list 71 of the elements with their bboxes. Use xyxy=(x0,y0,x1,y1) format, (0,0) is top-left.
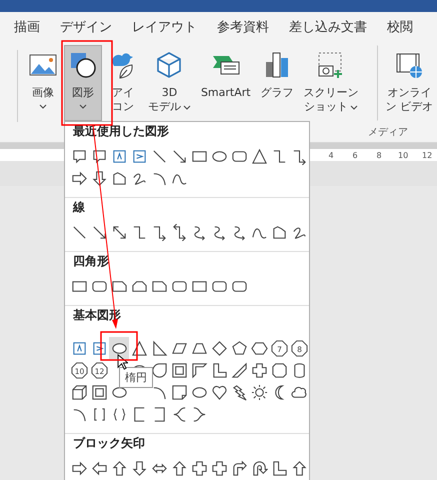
ruler-number: 8 xyxy=(375,150,383,160)
right-arrow-icon xyxy=(70,170,88,186)
highlight-frame xyxy=(100,331,138,361)
lightning-icon xyxy=(230,384,248,400)
ribbon-button[interactable]: 3D モデル xyxy=(144,45,195,121)
sun-icon xyxy=(250,384,268,400)
ribbon-tab[interactable]: 描画 xyxy=(6,18,48,36)
plaque-icon xyxy=(270,362,288,378)
ribbon-button[interactable]: 画像 xyxy=(24,45,62,121)
speech-bubble-icon xyxy=(70,148,88,164)
triangle-icon xyxy=(250,148,268,164)
ribbon-tab[interactable]: デザイン xyxy=(52,18,120,36)
frame-icon xyxy=(170,362,188,378)
half-frame-icon xyxy=(190,362,208,378)
ruler-number: 6 xyxy=(351,150,359,160)
text-box-icon xyxy=(130,148,148,164)
hexagon-icon xyxy=(250,340,268,356)
text-box-icon xyxy=(90,340,108,356)
diagonal-stripe-icon xyxy=(230,362,248,378)
ribbon-tab[interactable]: 差し込み文書 xyxy=(281,18,375,36)
line-icon xyxy=(150,148,168,164)
up-arrow-icon xyxy=(110,460,128,476)
section-heading: 四角形 xyxy=(72,254,110,270)
diamond-icon xyxy=(210,340,228,356)
l-shape-icon xyxy=(210,362,228,378)
arrow-line-icon xyxy=(90,224,108,240)
triangle-icon xyxy=(130,340,148,356)
freeform-icon xyxy=(110,170,128,186)
cross-icon xyxy=(210,460,228,476)
ribbon-tab[interactable]: 参考資料 xyxy=(209,18,277,36)
cross-icon xyxy=(190,460,208,476)
cube-icon xyxy=(70,384,88,400)
ribbon-button[interactable]: SmartArt xyxy=(196,45,255,121)
l-shape-icon xyxy=(270,460,288,476)
arrow-line-icon xyxy=(170,148,188,164)
ribbon-tab[interactable]: 校閲 xyxy=(379,18,421,36)
ribbon-button[interactable]: 図形 xyxy=(64,45,102,121)
text-box-icon xyxy=(110,148,128,164)
section-heading: ブロック矢印 xyxy=(72,436,146,452)
heart-icon xyxy=(210,384,228,400)
line-icon xyxy=(70,224,88,240)
frame-icon xyxy=(90,384,108,400)
pentagon-icon xyxy=(230,340,248,356)
mouse-pointer-icon xyxy=(117,354,128,370)
group-label: メディア xyxy=(368,126,408,139)
down-arrow-icon xyxy=(90,170,108,186)
section-heading: 線 xyxy=(72,200,86,216)
ruler-number: 12 xyxy=(422,150,432,160)
ribbon-button[interactable]: アイ コン xyxy=(104,45,142,121)
ribbon-tab[interactable]: レイアウト xyxy=(124,18,205,36)
down-arrow-icon xyxy=(130,460,148,476)
text-box-icon xyxy=(70,340,88,356)
double-arrow-icon xyxy=(110,224,128,240)
freeform-icon xyxy=(270,224,288,240)
up-arrow-icon xyxy=(290,460,308,476)
elbow-arrow-icon xyxy=(170,224,188,240)
up-arrow-icon xyxy=(170,460,188,476)
right-triangle-icon xyxy=(150,340,168,356)
ruler-number: 4 xyxy=(327,150,335,160)
ribbon-button[interactable]: オンライ ン ビデオ xyxy=(376,45,437,121)
speech-bubble-icon xyxy=(90,148,108,164)
teardrop-icon xyxy=(150,362,168,378)
left-arrow-icon xyxy=(90,460,108,476)
ribbon-button[interactable]: グラフ xyxy=(256,45,298,121)
ribbon-button[interactable]: スクリーン ショット xyxy=(300,45,363,121)
bent-arrow-icon xyxy=(230,460,248,476)
cross-icon xyxy=(250,362,268,378)
u-turn-arrow-icon xyxy=(250,460,268,476)
ruler-number: 10 xyxy=(398,150,408,160)
folded-corner-icon xyxy=(170,384,188,400)
right-arrow-icon xyxy=(70,460,88,476)
